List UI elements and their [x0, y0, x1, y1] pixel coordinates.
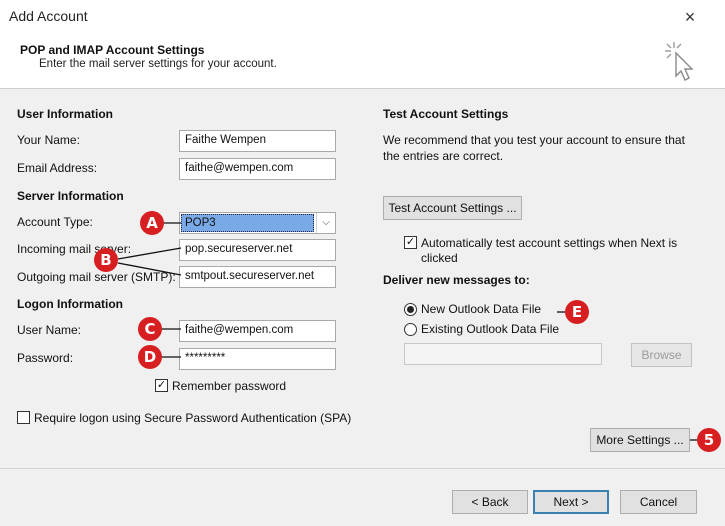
callout-c: C [138, 317, 162, 341]
callout-b: B [94, 248, 118, 272]
callout-d: D [138, 345, 162, 369]
callout-e: E [565, 300, 589, 324]
callout-a: A [140, 211, 164, 235]
callout-5: 5 [697, 428, 721, 452]
